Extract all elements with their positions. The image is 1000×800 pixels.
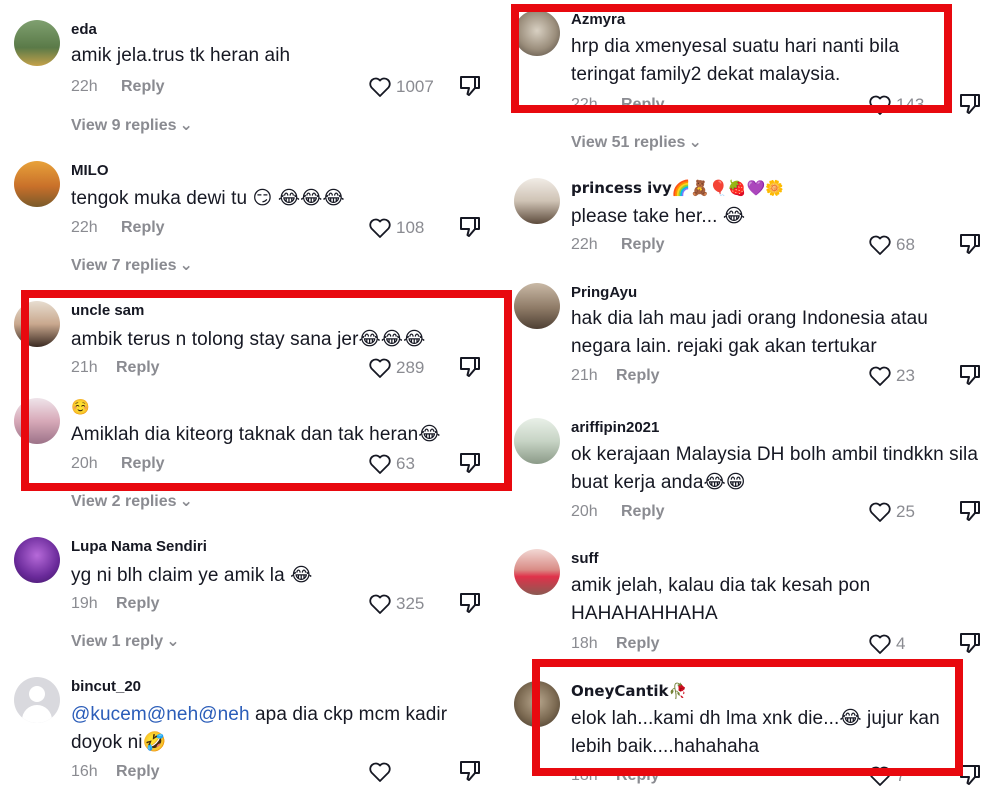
comment-username[interactable]: Lupa Nama Sendiri: [71, 538, 207, 555]
heart-outline-icon[interactable]: [368, 761, 392, 783]
reply-button[interactable]: Reply: [121, 78, 165, 96]
avatar[interactable]: [14, 537, 60, 583]
comment-column-left: eda amik jela.trus tk heran aih 22h Repl…: [0, 0, 512, 800]
like-count: 25: [896, 502, 915, 521]
comment-time: 22h: [571, 236, 598, 253]
mention-link[interactable]: @kucem@neh@neh: [71, 704, 250, 725]
chevron-down-icon: ⌄: [166, 633, 180, 650]
comment-username[interactable]: princess ivy🌈🧸🎈🍓💜🌼: [571, 179, 784, 197]
comment-text: amik jelah, kalau dia tak kesah pon HAHA…: [571, 575, 871, 624]
comment-time: 19h: [71, 595, 98, 612]
view-replies-button[interactable]: View 7 replies ⌄: [71, 255, 193, 275]
chevron-down-icon: ⌄: [179, 117, 193, 134]
view-replies-label: View 7 replies: [71, 257, 177, 274]
thumbs-down-icon[interactable]: [458, 215, 482, 239]
view-replies-button[interactable]: View 2 replies ⌄: [71, 491, 193, 511]
thumbs-down-icon[interactable]: [458, 74, 482, 98]
comment-time: 18h: [571, 635, 598, 652]
thumbs-down-icon[interactable]: [958, 499, 982, 523]
reply-button[interactable]: Reply: [616, 635, 660, 653]
heart-outline-icon[interactable]: [368, 217, 392, 239]
comment-username[interactable]: ariffipin2021: [571, 419, 659, 436]
chevron-down-icon: ⌄: [688, 134, 702, 151]
heart-outline-icon[interactable]: [868, 501, 892, 523]
comment-username[interactable]: MILO: [71, 162, 109, 179]
view-replies-label: View 51 replies: [571, 134, 686, 151]
heart-outline-icon[interactable]: [868, 234, 892, 256]
reply-button[interactable]: Reply: [121, 219, 165, 237]
avatar[interactable]: [514, 283, 560, 329]
view-replies-button[interactable]: View 51 replies ⌄: [571, 132, 702, 152]
avatar[interactable]: [514, 549, 560, 595]
heart-outline-icon[interactable]: [868, 365, 892, 387]
comment-time: 20h: [571, 503, 598, 520]
like-count: 1007: [396, 77, 434, 96]
like-count: 4: [896, 634, 906, 653]
comment-username[interactable]: suff: [571, 550, 599, 567]
view-replies-label: View 2 replies: [71, 493, 177, 510]
avatar[interactable]: [14, 161, 60, 207]
thumbs-down-icon[interactable]: [958, 363, 982, 387]
comment-text: amik jela.trus tk heran aih: [71, 45, 291, 66]
comment-text: hak dia lah mau jadi orang Indonesia ata…: [571, 308, 928, 357]
avatar[interactable]: [14, 677, 60, 723]
like-count: 325: [396, 594, 425, 613]
highlight-box: [511, 4, 952, 113]
comment-time: 22h: [71, 78, 98, 95]
chevron-down-icon: ⌄: [179, 257, 193, 274]
comment-text: please take her... 😂: [571, 206, 746, 227]
like-count: 68: [896, 235, 915, 254]
comment-column-right: Azmyra hrp dia xmenyesal suatu hari nant…: [500, 0, 1000, 800]
heart-outline-icon[interactable]: [868, 633, 892, 655]
heart-outline-icon[interactable]: [368, 593, 392, 615]
comment-username[interactable]: bincut_20: [71, 678, 141, 695]
thumbs-down-icon[interactable]: [458, 591, 482, 615]
highlight-box: [21, 290, 512, 491]
comment-time: 16h: [71, 763, 98, 780]
thumbs-down-icon[interactable]: [458, 759, 482, 783]
view-replies-button[interactable]: View 9 replies ⌄: [71, 115, 193, 135]
comment-text: yg ni blh claim ye amik la 😂: [71, 565, 313, 586]
avatar[interactable]: [514, 418, 560, 464]
avatar[interactable]: [514, 178, 560, 224]
reply-button[interactable]: Reply: [116, 763, 160, 781]
comment-username[interactable]: eda: [71, 21, 97, 38]
highlight-box: [532, 659, 963, 776]
reply-button[interactable]: Reply: [616, 367, 660, 385]
like-count: 23: [896, 366, 915, 385]
view-replies-button[interactable]: View 1 reply ⌄: [71, 631, 180, 651]
reply-button[interactable]: Reply: [621, 236, 665, 254]
thumbs-down-icon[interactable]: [958, 92, 982, 116]
comment-text: tengok muka dewi tu 😏 😂😂😂: [71, 188, 345, 209]
reply-button[interactable]: Reply: [116, 595, 160, 613]
view-replies-label: View 1 reply: [71, 633, 164, 650]
comment-time: 22h: [71, 219, 98, 236]
avatar[interactable]: [14, 20, 60, 66]
comment-time: 21h: [571, 367, 598, 384]
view-replies-label: View 9 replies: [71, 117, 177, 134]
comment-text: @kucem@neh@neh apa dia ckp mcm kadir doy…: [71, 701, 466, 757]
heart-outline-icon[interactable]: [368, 76, 392, 98]
comment-text: ok kerajaan Malaysia DH bolh ambil tindk…: [571, 444, 979, 493]
thumbs-down-icon[interactable]: [958, 232, 982, 256]
comment-username[interactable]: PringAyu: [571, 284, 637, 301]
like-count: 108: [396, 218, 425, 237]
reply-button[interactable]: Reply: [621, 503, 665, 521]
chevron-down-icon: ⌄: [179, 493, 193, 510]
thumbs-down-icon[interactable]: [958, 631, 982, 655]
